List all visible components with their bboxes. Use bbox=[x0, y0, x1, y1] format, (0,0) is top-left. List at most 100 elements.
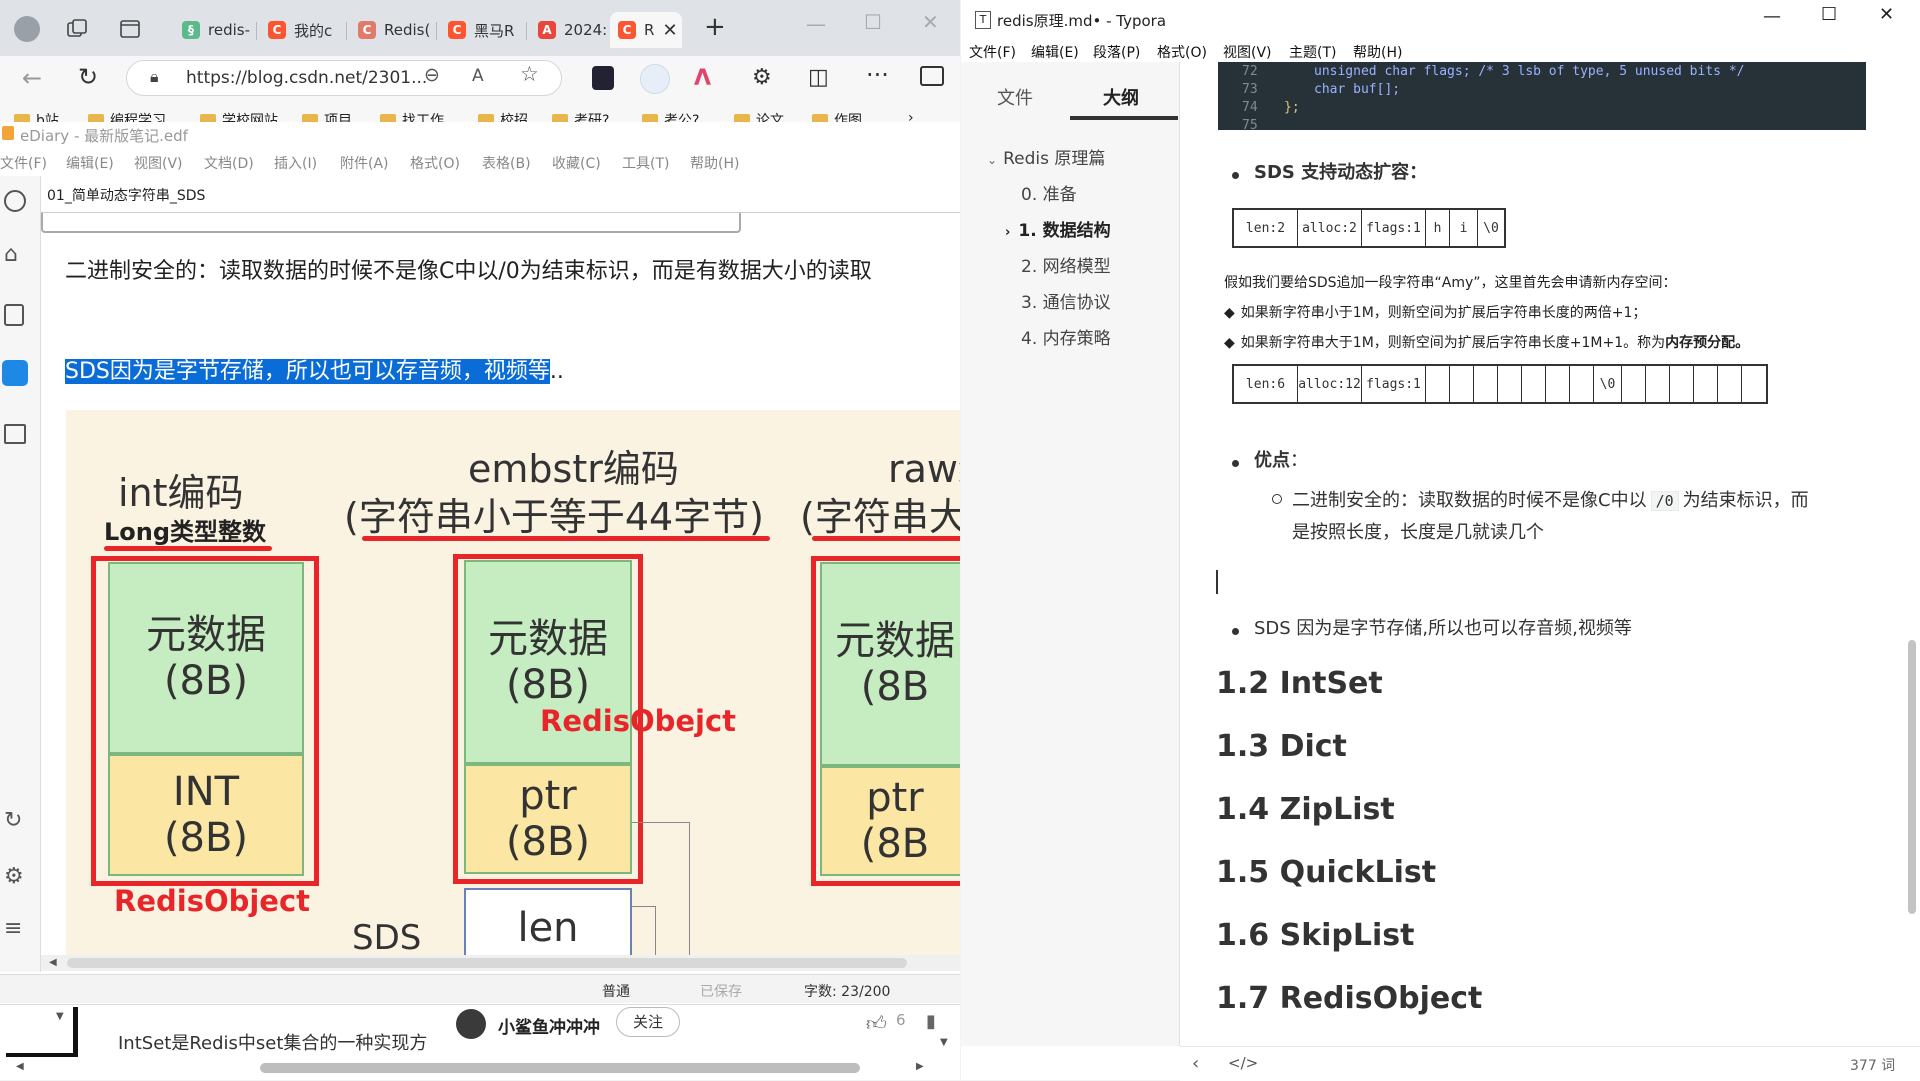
bookmark-folder[interactable]: 项目 bbox=[302, 110, 352, 122]
doc-tab-title[interactable]: 01_简单动态字符串_SDS bbox=[47, 185, 205, 205]
maximize-icon[interactable]: ☐ bbox=[864, 10, 882, 34]
bookmark-folder[interactable]: 编程学习 bbox=[88, 110, 166, 122]
bookmark-folder[interactable]: 学校网站 bbox=[200, 110, 278, 122]
menu-document[interactable]: 文档(D) bbox=[204, 153, 254, 173]
menu-file[interactable]: 文件(F) bbox=[969, 42, 1016, 62]
heading-redisobject[interactable]: 1.7 RedisObject bbox=[1216, 981, 1482, 1016]
menu-attachment[interactable]: 附件(A) bbox=[340, 153, 389, 173]
menu-format[interactable]: 格式(O) bbox=[410, 153, 460, 173]
close-window-icon[interactable]: ✕ bbox=[1879, 4, 1894, 25]
close-tab-icon[interactable]: ✕ bbox=[662, 20, 677, 41]
scroll-down-icon[interactable]: ▼ bbox=[940, 1037, 948, 1048]
new-tab-icon[interactable]: + bbox=[704, 12, 726, 42]
tab-heima[interactable]: C 黑马R bbox=[440, 12, 524, 48]
menu-view[interactable]: 视图(V) bbox=[1223, 42, 1272, 62]
bookmark-folder[interactable]: 找工作 bbox=[380, 110, 444, 122]
toggle-sidebar-icon[interactable]: ‹ bbox=[1192, 1053, 1199, 1074]
menu-insert[interactable]: 插入(I) bbox=[274, 153, 317, 173]
typora-vertical-scrollbar[interactable] bbox=[1908, 640, 1916, 914]
maximize-icon[interactable]: ☐ bbox=[1821, 4, 1837, 25]
heading-intset[interactable]: 1.2 IntSet bbox=[1216, 666, 1383, 701]
split-screen-icon[interactable]: ◫ bbox=[808, 65, 829, 90]
menu-tools[interactable]: 工具(T) bbox=[622, 153, 669, 173]
menu-format[interactable]: 格式(O) bbox=[1157, 42, 1207, 62]
sidebar-tab-outline[interactable]: 大纲 bbox=[1103, 84, 1139, 110]
outline-item-prepare[interactable]: 0. 准备 bbox=[1021, 180, 1077, 205]
favorite-star-icon[interactable]: ☆ bbox=[520, 62, 539, 86]
tab-redis[interactable]: § redis- bbox=[174, 12, 254, 48]
workspaces-icon[interactable] bbox=[66, 18, 88, 40]
zoom-icon[interactable]: ⊖ bbox=[424, 64, 440, 86]
scroll-thumb[interactable] bbox=[67, 958, 907, 968]
menu-hamburger-icon[interactable]: ≡ bbox=[4, 916, 22, 941]
outline-item-protocol[interactable]: 3. 通信协议 bbox=[1021, 288, 1111, 313]
menu-table[interactable]: 表格(B) bbox=[482, 153, 531, 173]
source-code-mode-icon[interactable]: </> bbox=[1228, 1054, 1258, 1072]
menu-favorites[interactable]: 收藏(C) bbox=[552, 153, 601, 173]
tab-active[interactable]: C R ✕ bbox=[610, 12, 682, 48]
menu-help[interactable]: 帮助(H) bbox=[690, 153, 739, 173]
menu-help[interactable]: 帮助(H) bbox=[1353, 42, 1402, 62]
outline-root[interactable]: ⌄ Redis 原理篇 bbox=[987, 144, 1105, 169]
home-icon[interactable]: ⌂ bbox=[4, 242, 18, 267]
follow-button[interactable]: 关注 bbox=[616, 1007, 680, 1037]
heading-ziplist[interactable]: 1.4 ZipList bbox=[1216, 792, 1395, 827]
notes-active-icon[interactable] bbox=[2, 360, 28, 386]
bookmark-folder[interactable]: 作图 bbox=[812, 110, 862, 122]
heading-quicklist[interactable]: 1.5 QuickList bbox=[1216, 855, 1436, 890]
scroll-left-icon[interactable]: ◀ bbox=[49, 957, 57, 968]
tab-actions-icon[interactable] bbox=[120, 19, 140, 39]
editor-horizontal-scrollbar[interactable]: ◀ bbox=[41, 955, 960, 971]
tab-redis-2[interactable]: C Redis( bbox=[350, 12, 434, 48]
notebook-icon[interactable] bbox=[4, 304, 24, 326]
bookmark-folder[interactable]: b站 bbox=[14, 110, 59, 122]
outline-item-memory-policy[interactable]: 4. 内存策略 bbox=[1021, 324, 1111, 349]
typora-editor[interactable]: 72 unsigned char flags; /* 3 lsb of type… bbox=[1180, 62, 1900, 1046]
back-icon[interactable]: ← bbox=[22, 64, 42, 92]
menu-edit[interactable]: 编辑(E) bbox=[1031, 42, 1079, 62]
more-bookmarks-icon[interactable]: › bbox=[908, 110, 914, 122]
author-avatar[interactable] bbox=[456, 1009, 486, 1039]
user-icon[interactable] bbox=[4, 190, 26, 212]
menu-theme[interactable]: 主题(T) bbox=[1289, 42, 1336, 62]
outline-item-network-model[interactable]: 2. 网络模型 bbox=[1021, 252, 1111, 277]
menu-paragraph[interactable]: 段落(P) bbox=[1093, 42, 1140, 62]
sidebar-toggle-icon[interactable] bbox=[920, 66, 944, 86]
menu-view[interactable]: 视图(V) bbox=[134, 153, 183, 173]
more-menu-icon[interactable]: ··· bbox=[866, 61, 889, 89]
scroll-left-icon[interactable]: ◀ bbox=[16, 1061, 24, 1072]
extension-a-icon[interactable]: Λ bbox=[694, 66, 711, 91]
scroll-right-icon[interactable]: ▶ bbox=[916, 1061, 924, 1072]
read-aloud-icon[interactable]: A bbox=[472, 66, 484, 86]
sync-icon[interactable]: ↻ bbox=[4, 808, 22, 833]
article-snippet[interactable]: IntSet是Redis中set集合的一种实现方式 bbox=[118, 1029, 428, 1055]
sidebar-tab-files[interactable]: 文件 bbox=[997, 84, 1033, 110]
profile-avatar[interactable] bbox=[14, 16, 40, 42]
minimize-icon[interactable]: — bbox=[806, 12, 826, 36]
heading-skiplist[interactable]: 1.6 SkipList bbox=[1216, 918, 1415, 953]
extensions-icon[interactable]: ⚙ bbox=[752, 65, 772, 90]
menu-edit[interactable]: 编辑(E) bbox=[66, 153, 114, 173]
dropdown-icon[interactable]: ▼ bbox=[56, 1011, 64, 1022]
tab-my[interactable]: C 我的с bbox=[260, 12, 344, 48]
refresh-icon[interactable]: ↻ bbox=[78, 63, 98, 91]
tab-2024[interactable]: A 2024: bbox=[530, 12, 614, 48]
bookmark-icon[interactable]: ▮ bbox=[926, 1011, 936, 1032]
outline-item-data-structures[interactable]: › 1. 数据结构 bbox=[1005, 216, 1111, 241]
calendar-icon[interactable] bbox=[4, 424, 26, 444]
menu-file[interactable]: 文件(F) bbox=[0, 153, 47, 173]
bookmark-folder[interactable]: 论文 bbox=[734, 110, 784, 122]
bookmark-folder[interactable]: 考公? bbox=[642, 110, 699, 122]
horizontal-scroll-thumb[interactable] bbox=[260, 1063, 860, 1073]
settings-gear-icon[interactable]: ⚙ bbox=[4, 864, 24, 889]
heading-dict[interactable]: 1.3 Dict bbox=[1216, 729, 1347, 764]
extension-ie-icon[interactable] bbox=[640, 64, 670, 94]
like-icon[interactable]: 👍︎ bbox=[866, 1011, 887, 1036]
close-window-icon[interactable]: ✕ bbox=[922, 10, 939, 34]
minimize-icon[interactable]: — bbox=[1763, 6, 1781, 27]
author-name[interactable]: 小鲨鱼冲冲冲 bbox=[498, 1013, 600, 1038]
bookmark-folder[interactable]: 考研? bbox=[552, 110, 609, 122]
bookmark-folder[interactable]: 校招 bbox=[478, 110, 528, 122]
url-text[interactable]: https://blog.csdn.net/2301... bbox=[186, 68, 427, 88]
extension-shield-icon[interactable] bbox=[592, 66, 614, 90]
